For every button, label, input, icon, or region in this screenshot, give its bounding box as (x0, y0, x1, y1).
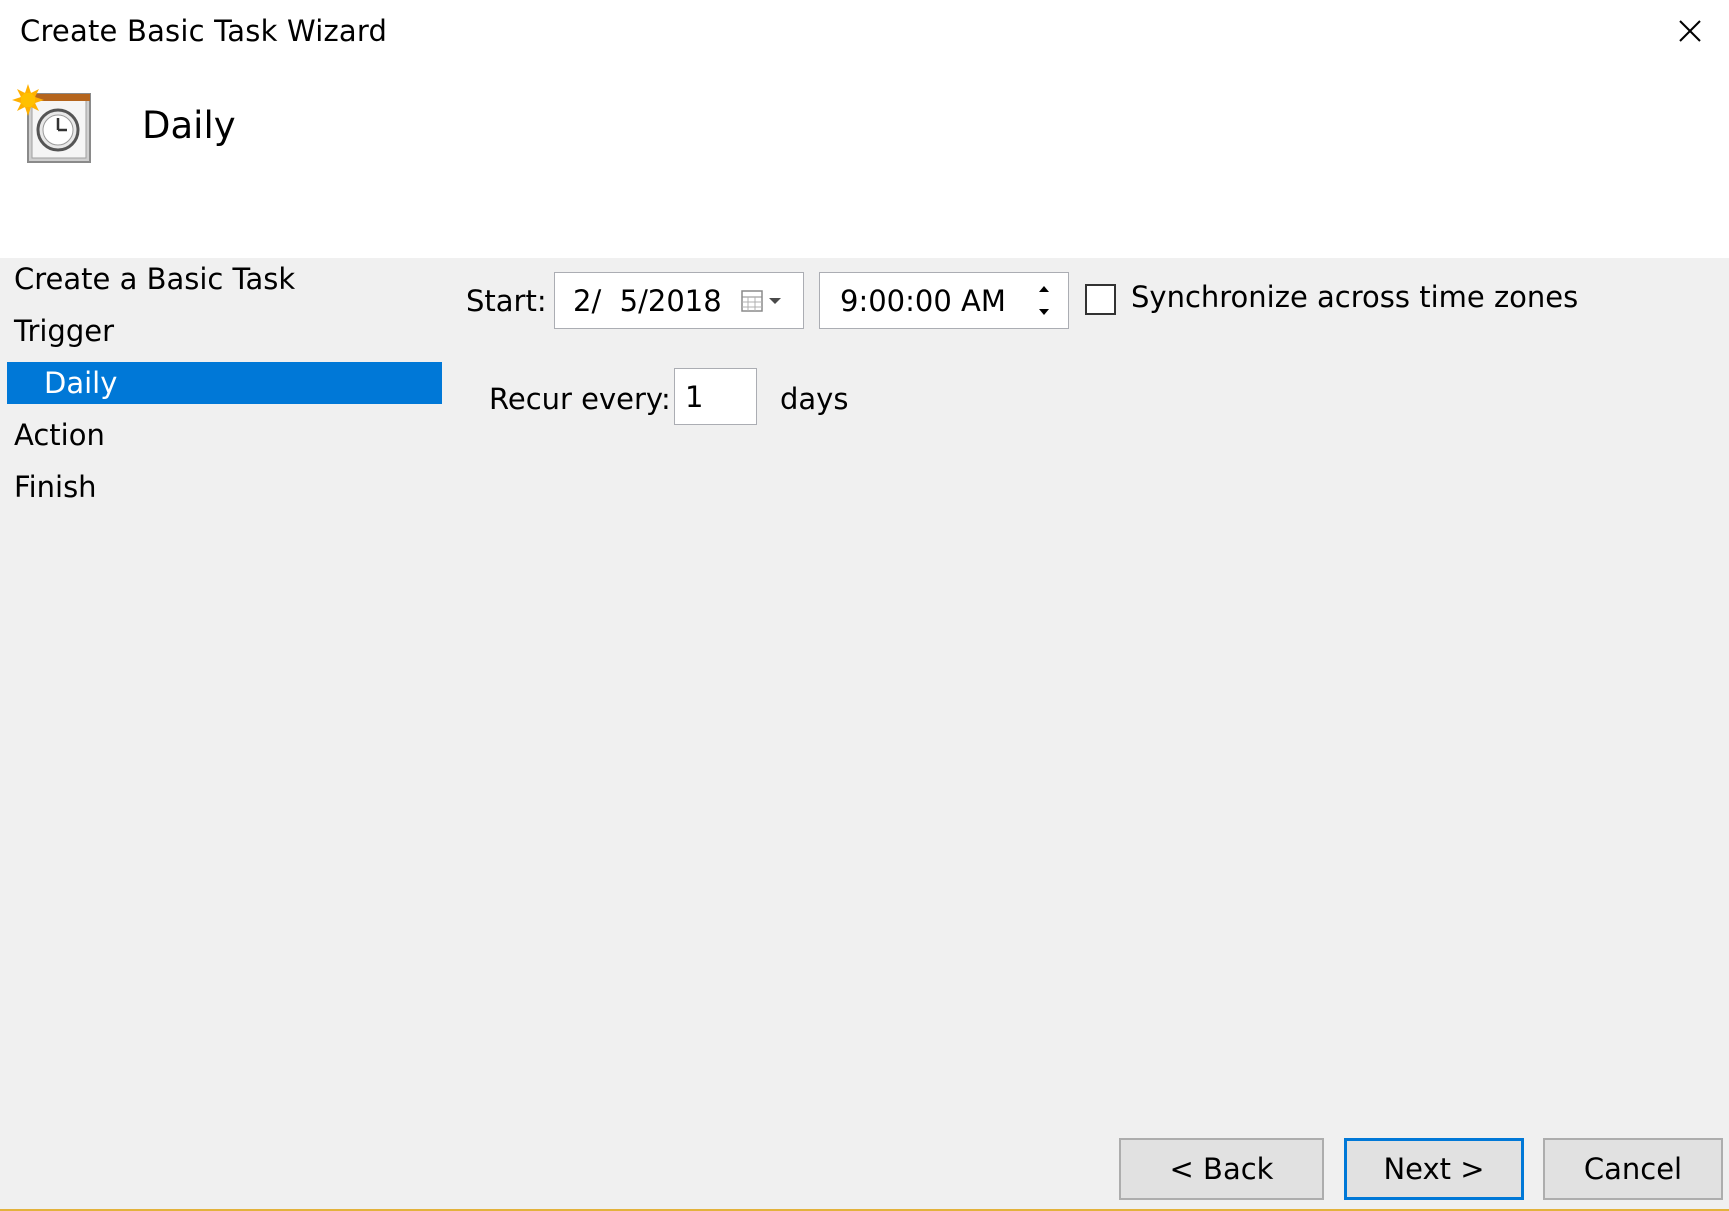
recur-unit-label: days (780, 382, 849, 416)
step-trigger[interactable]: Trigger (14, 310, 114, 352)
back-button[interactable]: < Back (1119, 1138, 1324, 1200)
recur-every-label: Recur every: (489, 382, 671, 416)
time-decrement-button[interactable] (1024, 301, 1064, 325)
page-title: Daily (142, 104, 236, 147)
time-spinner (1024, 277, 1064, 324)
scheduled-task-clock-icon (12, 84, 91, 163)
next-button[interactable]: Next > (1344, 1138, 1524, 1200)
step-daily[interactable]: Daily (7, 362, 442, 404)
recur-days-value: 1 (685, 379, 704, 414)
step-finish[interactable]: Finish (14, 466, 97, 508)
step-create-basic-task[interactable]: Create a Basic Task (14, 258, 295, 300)
step-action[interactable]: Action (14, 414, 105, 456)
chevron-down-icon (1039, 309, 1049, 316)
sync-time-zones-label[interactable]: Synchronize across time zones (1131, 280, 1578, 314)
start-time-value: 9:00:00 AM (840, 283, 1006, 318)
title-bar: Create Basic Task Wizard (0, 0, 1729, 66)
start-label: Start: (466, 284, 547, 318)
calendar-icon (741, 290, 763, 312)
window-title: Create Basic Task Wizard (20, 14, 388, 48)
sync-time-zones-checkbox[interactable] (1085, 284, 1116, 315)
calendar-dropdown-button[interactable] (741, 287, 787, 315)
chevron-up-icon (1039, 285, 1049, 292)
cancel-button[interactable]: Cancel (1543, 1138, 1723, 1200)
start-date-picker[interactable]: 2/ 5/2018 (554, 272, 804, 329)
close-button[interactable] (1660, 6, 1720, 56)
chevron-down-icon (769, 298, 781, 304)
wizard-header: Daily (0, 66, 1729, 258)
recur-days-input[interactable]: 1 (674, 368, 757, 425)
wizard-body: Create a Basic Task Trigger Daily Action… (0, 258, 1729, 1211)
start-date-value: 2/ 5/2018 (573, 283, 722, 318)
time-increment-button[interactable] (1024, 277, 1064, 301)
start-time-field[interactable]: 9:00:00 AM (819, 272, 1069, 329)
close-icon (1679, 20, 1701, 42)
